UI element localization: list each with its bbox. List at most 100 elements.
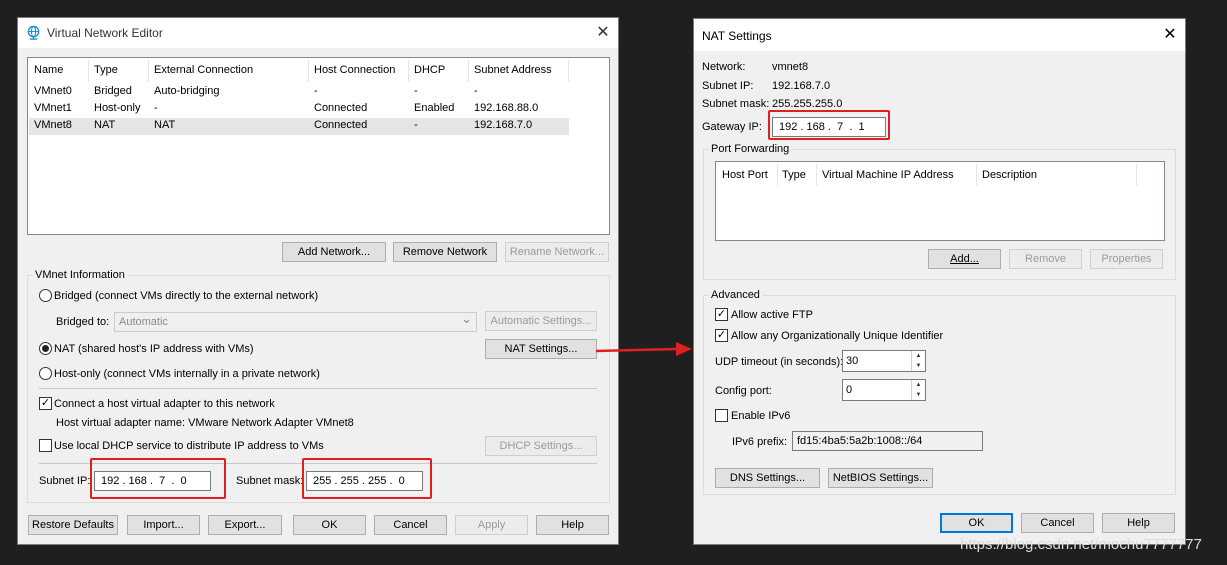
connect-adapter-checkbox[interactable]: ✓ [39,397,52,410]
cell-dhcp: - [414,85,418,97]
udp-timeout-stepper[interactable]: 30 ▲ ▼ [842,350,926,372]
highlight-box [90,458,226,499]
enable-ipv6-label[interactable]: Enable IPv6 [731,410,790,422]
udp-timeout-label: UDP timeout (in seconds): [715,356,844,368]
spin-up-icon[interactable]: ▲ [912,380,925,390]
network-list[interactable]: Name Type External Connection Host Conne… [27,57,610,235]
cell-name: VMnet1 [34,102,72,114]
import-button[interactable]: Import... [127,515,200,535]
title-bar: Virtual Network Editor ✕ [18,18,618,48]
column-divider [308,60,309,82]
ok-button[interactable]: OK [940,513,1013,533]
cell-type: NAT [94,119,116,131]
column-divider [976,164,977,186]
nat-radio[interactable] [39,342,52,355]
table-row-selected[interactable]: VMnet8 NAT NAT Connected - 192.168.7.0 [29,118,569,135]
network-value: vmnet8 [772,61,809,73]
cell-name: VMnet8 [34,119,72,131]
column-header-type[interactable]: Type [782,169,806,181]
export-button[interactable]: Export... [208,515,282,535]
stepper-buttons[interactable]: ▲ ▼ [911,351,925,371]
add-button[interactable]: Add... [928,249,1001,269]
close-icon[interactable]: ✕ [1159,24,1181,46]
watermark-text: https://blog.csdn.net/mochu7777777 [960,536,1202,553]
netbios-settings-button[interactable]: NetBIOS Settings... [828,468,933,488]
column-header-vm-ip[interactable]: Virtual Machine IP Address [822,169,954,181]
column-header-subnet-address[interactable]: Subnet Address [474,64,552,76]
ipv6-prefix-label: IPv6 prefix: [732,436,788,448]
advanced-group [703,295,1176,495]
bridged-radio[interactable] [39,289,52,302]
connect-adapter-label[interactable]: Connect a host virtual adapter to this n… [54,398,275,410]
spin-down-icon[interactable]: ▼ [912,390,925,400]
nat-settings-button[interactable]: NAT Settings... [485,339,597,359]
rename-network-button[interactable]: Rename Network... [505,242,609,262]
allow-ftp-checkbox[interactable]: ✓ [715,308,728,321]
add-network-button[interactable]: Add Network... [282,242,386,262]
column-header-name[interactable]: Name [34,64,63,76]
column-divider [816,164,817,186]
table-row[interactable]: VMnet1 Host-only - Connected Enabled 192… [29,101,569,118]
column-header-host-port[interactable]: Host Port [722,169,768,181]
bridged-to-select[interactable]: Automatic ⌄ [114,311,477,332]
cell-host: Connected [314,119,368,131]
use-dhcp-checkbox[interactable] [39,439,52,452]
cell-subnet: - [474,85,478,97]
column-divider [148,60,149,82]
add-label: Add... [950,253,979,265]
apply-button[interactable]: Apply [455,515,528,535]
cell-external: Auto-bridging [154,85,220,97]
use-dhcp-label[interactable]: Use local DHCP service to distribute IP … [54,440,324,452]
close-icon[interactable]: ✕ [592,22,614,44]
column-header-description[interactable]: Description [982,169,1037,181]
column-header-external-connection[interactable]: External Connection [154,64,253,76]
allow-oui-label[interactable]: Allow any Organizationally Unique Identi… [731,330,943,342]
column-divider [468,60,469,82]
column-divider [777,164,778,186]
ok-button[interactable]: OK [293,515,366,535]
title-bar: NAT Settings ✕ [694,19,1185,51]
cell-external: NAT [154,119,176,131]
port-forwarding-list[interactable]: Host Port Type Virtual Machine IP Addres… [715,161,1165,241]
allow-ftp-label[interactable]: Allow active FTP [731,309,813,321]
subnet-ip-label: Subnet IP: [702,80,754,92]
window-title: NAT Settings [702,29,772,43]
enable-ipv6-checkbox[interactable] [715,409,728,422]
allow-oui-checkbox[interactable]: ✓ [715,329,728,342]
column-header-host-connection[interactable]: Host Connection [314,64,395,76]
subnet-mask-value: 255.255.255.0 [772,98,843,110]
arrow-icon [595,342,692,356]
column-divider [568,60,569,82]
host-only-radio-label[interactable]: Host-only (connect VMs internally in a p… [54,368,320,380]
cancel-button[interactable]: Cancel [1021,513,1094,533]
highlight-box [302,458,432,499]
cell-subnet: 192.168.88.0 [474,102,539,114]
highlight-box [768,110,890,140]
help-button[interactable]: Help [536,515,609,535]
subnet-mask-label: Subnet mask: [702,98,770,110]
network-globe-icon [27,25,40,40]
remove-network-button[interactable]: Remove Network [393,242,497,262]
column-header-dhcp[interactable]: DHCP [414,64,445,76]
column-header-type[interactable]: Type [94,64,118,76]
dhcp-settings-button[interactable]: DHCP Settings... [485,436,597,456]
properties-button[interactable]: Properties [1090,249,1163,269]
nat-radio-label[interactable]: NAT (shared host's IP address with VMs) [54,343,254,355]
cancel-button[interactable]: Cancel [374,515,447,535]
spin-up-icon[interactable]: ▲ [912,351,925,361]
ipv6-prefix-input[interactable]: fd15:4ba5:5a2b:1008::/64 [792,431,983,451]
spin-down-icon[interactable]: ▼ [912,361,925,371]
gateway-ip-label: Gateway IP: [702,121,762,133]
table-row[interactable]: VMnet0 Bridged Auto-bridging - - - [29,84,569,101]
bridged-radio-label[interactable]: Bridged (connect VMs directly to the ext… [54,290,318,302]
bridged-to-value: Automatic [119,316,168,328]
dns-settings-button[interactable]: DNS Settings... [715,468,820,488]
cell-type: Host-only [94,102,141,114]
help-button[interactable]: Help [1102,513,1175,533]
stepper-buttons[interactable]: ▲ ▼ [911,380,925,400]
restore-defaults-button[interactable]: Restore Defaults [28,515,118,535]
config-port-stepper[interactable]: 0 ▲ ▼ [842,379,926,401]
automatic-settings-button[interactable]: Automatic Settings... [485,311,597,331]
remove-button[interactable]: Remove [1009,249,1082,269]
host-only-radio[interactable] [39,367,52,380]
